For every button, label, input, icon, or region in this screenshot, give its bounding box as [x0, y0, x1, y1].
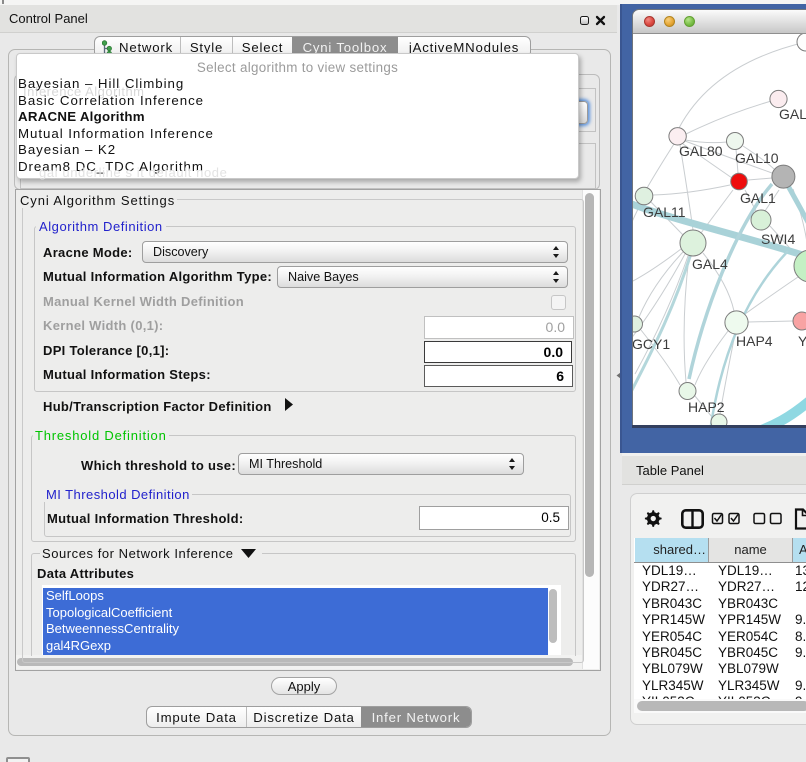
svg-text:GAL: GAL [779, 106, 806, 122]
svg-text:HAP4: HAP4 [736, 333, 773, 349]
svg-text:GAL11: GAL11 [643, 204, 686, 220]
svg-text:YJ: YJ [798, 333, 806, 349]
svg-text:GAL10: GAL10 [735, 150, 779, 166]
svg-text:GCY1: GCY1 [633, 336, 670, 352]
svg-text:HAP2: HAP2 [688, 399, 725, 415]
svg-text:GAL1: GAL1 [740, 190, 776, 206]
svg-text:GAL4: GAL4 [692, 256, 728, 272]
svg-text:SWI4: SWI4 [761, 231, 795, 247]
svg-text:GAL80: GAL80 [679, 143, 723, 159]
